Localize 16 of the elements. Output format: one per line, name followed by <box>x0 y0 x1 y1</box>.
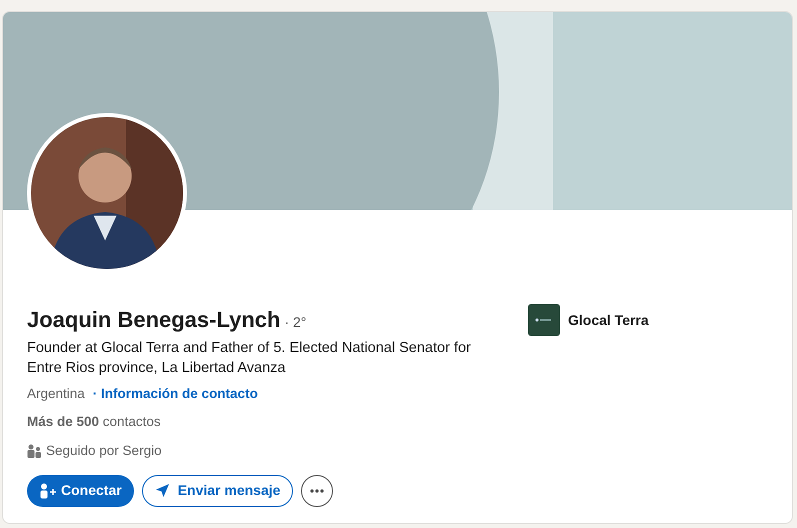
more-icon <box>310 488 324 493</box>
company-name[interactable]: Glocal Terra <box>568 310 649 330</box>
location: Argentina <box>27 385 85 403</box>
company-logo-icon <box>528 304 560 336</box>
connection-degree: · 2° <box>284 313 306 332</box>
add-person-icon <box>39 482 57 499</box>
profile-headline: Founder at Glocal Terra and Father of 5. Elected National Senator for Entre Rios province, La Libertad Avanza <box>27 339 472 378</box>
more-button[interactable] <box>301 474 334 507</box>
contact-info-link[interactable]: · Información de contacto <box>92 384 258 404</box>
profile-name: Joaquin Benegas-Lynch <box>27 306 280 334</box>
followed-by: Seguido por Sergio <box>46 442 162 460</box>
send-message-button[interactable]: Enviar mensaje <box>142 474 294 507</box>
people-icon <box>27 444 42 458</box>
send-icon <box>154 483 170 498</box>
connect-button[interactable]: Conectar <box>27 474 134 507</box>
connections-count[interactable]: Más de 500 contactos <box>27 412 507 432</box>
